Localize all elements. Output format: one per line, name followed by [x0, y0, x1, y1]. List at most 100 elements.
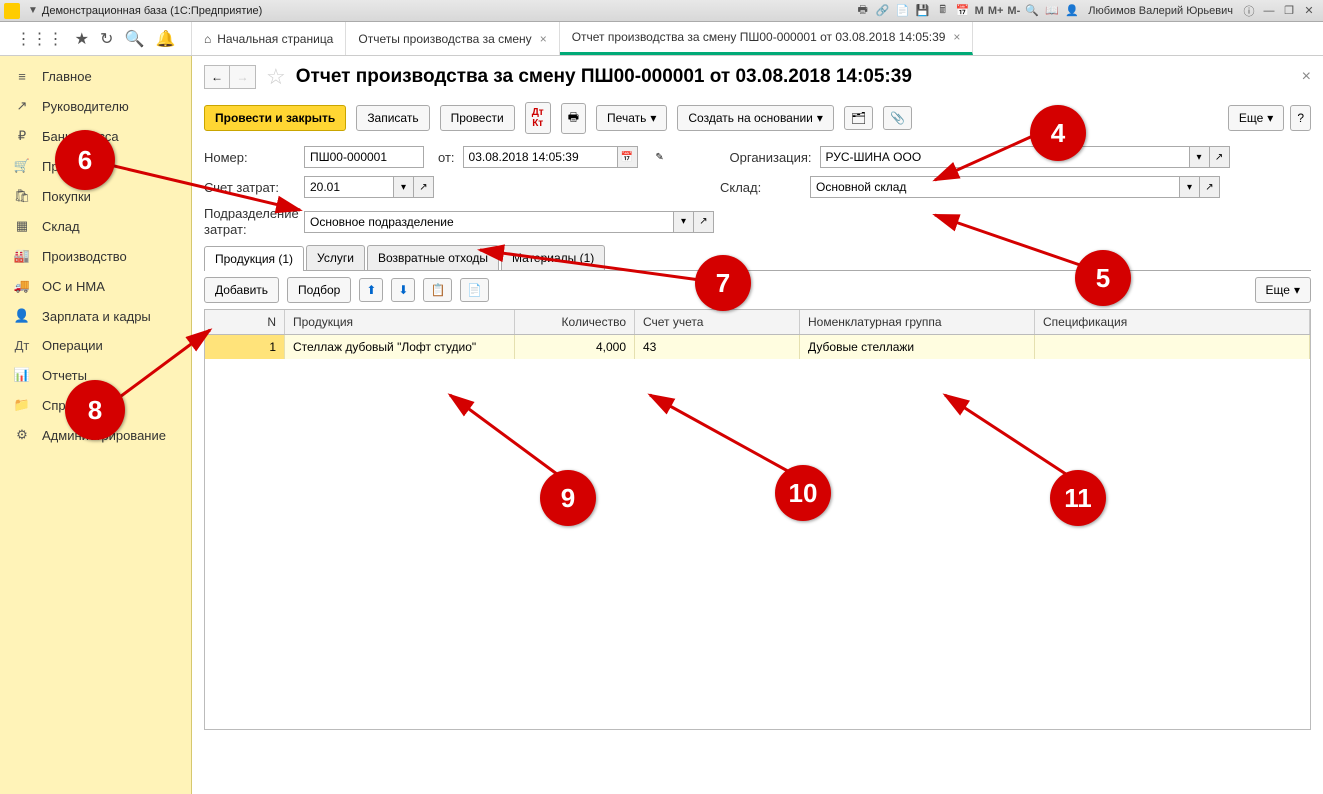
- move-down-button[interactable]: ⬇: [391, 278, 415, 302]
- cell-nomgroup[interactable]: Дубовые стеллажи: [800, 335, 1035, 359]
- cart-icon: 🛒: [12, 158, 32, 174]
- cell-qty[interactable]: 4,000: [515, 335, 635, 359]
- tab-services[interactable]: Услуги: [306, 245, 365, 270]
- tab-close-icon[interactable]: ×: [953, 30, 960, 44]
- sidebar-item-assets[interactable]: 🚚ОС и НМА: [0, 271, 191, 301]
- sidebar-item-hr[interactable]: 👤Зарплата и кадры: [0, 301, 191, 331]
- status-icon[interactable]: ✎: [650, 146, 670, 168]
- create-based-button[interactable]: Создать на основании ▾: [677, 105, 834, 131]
- link-icon[interactable]: 🔗: [874, 3, 892, 19]
- history-icon[interactable]: ↻: [100, 29, 113, 49]
- post-close-button[interactable]: Провести и закрыть: [204, 105, 346, 131]
- number-input[interactable]: [304, 146, 424, 168]
- grid-empty-area[interactable]: [205, 359, 1310, 729]
- book-icon[interactable]: 📖: [1043, 3, 1061, 19]
- tab-home[interactable]: ⌂ Начальная страница: [192, 22, 346, 55]
- m-plus-button[interactable]: M+: [988, 5, 1004, 17]
- col-account[interactable]: Счет учета: [635, 310, 800, 334]
- forward-button[interactable]: →: [230, 65, 256, 89]
- open-icon[interactable]: ↗: [694, 211, 714, 233]
- col-qty[interactable]: Количество: [515, 310, 635, 334]
- calc-icon[interactable]: 🖩: [934, 3, 952, 19]
- close-icon[interactable]: ✕: [1300, 3, 1318, 19]
- tab-products[interactable]: Продукция (1): [204, 246, 304, 271]
- sidebar-item-catalogs[interactable]: 📁Справочники: [0, 390, 191, 420]
- help-button[interactable]: ?: [1290, 105, 1311, 131]
- col-n[interactable]: N: [205, 310, 285, 334]
- minimize-icon[interactable]: —: [1260, 3, 1278, 19]
- dropdown-icon[interactable]: ▾: [1190, 146, 1210, 168]
- calendar-icon[interactable]: 📅: [954, 3, 972, 19]
- dropdown-icon[interactable]: ▼: [28, 5, 38, 16]
- print-icon-button[interactable]: 🖶: [561, 103, 586, 134]
- sidebar-item-warehouse[interactable]: ▦Склад: [0, 211, 191, 241]
- close-document-icon[interactable]: ×: [1302, 68, 1311, 86]
- chevron-down-icon: ▾: [1294, 283, 1300, 297]
- sidebar-item-sales[interactable]: 🛒Продажи: [0, 151, 191, 181]
- tab-reports[interactable]: Отчеты производства за смену ×: [346, 22, 559, 55]
- back-button[interactable]: ←: [204, 65, 230, 89]
- cell-spec[interactable]: [1035, 335, 1310, 359]
- open-icon[interactable]: ↗: [1210, 146, 1230, 168]
- post-button[interactable]: Провести: [440, 105, 515, 131]
- table-more-button[interactable]: Еще ▾: [1255, 277, 1311, 303]
- acct-input[interactable]: [304, 176, 394, 198]
- apps-icon[interactable]: ⋮⋮⋮: [16, 29, 64, 49]
- favorite-icon[interactable]: ☆: [266, 64, 286, 90]
- dropdown-icon[interactable]: ▾: [394, 176, 414, 198]
- date-input[interactable]: [463, 146, 618, 168]
- tab-document[interactable]: Отчет производства за смену ПШ00-000001 …: [560, 22, 974, 55]
- info-icon[interactable]: ⓘ: [1240, 3, 1258, 19]
- calendar-picker-icon[interactable]: 📅: [618, 146, 638, 168]
- star-icon[interactable]: ★: [75, 29, 89, 49]
- doc-icon[interactable]: 📄: [894, 3, 912, 19]
- user-name[interactable]: Любимов Валерий Юрьевич: [1088, 5, 1233, 17]
- structure-button[interactable]: 🗂: [844, 106, 873, 130]
- paste-button[interactable]: 📄: [460, 278, 489, 302]
- sidebar-item-bank[interactable]: ₽Банк и касса: [0, 121, 191, 151]
- move-up-button[interactable]: ⬆: [359, 278, 383, 302]
- open-icon[interactable]: ↗: [414, 176, 434, 198]
- print-icon[interactable]: 🖶: [854, 3, 872, 19]
- sidebar-item-admin[interactable]: ⚙Администрирование: [0, 420, 191, 450]
- write-button[interactable]: Записать: [356, 105, 429, 131]
- cell-product[interactable]: Стеллаж дубовый "Лофт студио": [285, 335, 515, 359]
- more-button[interactable]: Еще ▾: [1228, 105, 1284, 131]
- sidebar-item-main[interactable]: ≡Главное: [0, 62, 191, 91]
- cell-n[interactable]: 1: [205, 335, 285, 359]
- tab-returns[interactable]: Возвратные отходы: [367, 245, 499, 270]
- org-input[interactable]: [820, 146, 1190, 168]
- col-nomgroup[interactable]: Номенклатурная группа: [800, 310, 1035, 334]
- tab-close-icon[interactable]: ×: [540, 32, 547, 46]
- m-button[interactable]: M: [975, 5, 984, 17]
- m-minus-button[interactable]: M-: [1007, 5, 1020, 17]
- pick-button[interactable]: Подбор: [287, 277, 351, 303]
- attach-button[interactable]: 📎: [883, 106, 912, 130]
- user-icon: 👤: [1063, 3, 1081, 19]
- dropdown-icon[interactable]: ▾: [1180, 176, 1200, 198]
- copy-button[interactable]: 📋: [423, 278, 452, 302]
- search-icon[interactable]: 🔍: [125, 29, 145, 49]
- dropdown-icon[interactable]: ▾: [674, 211, 694, 233]
- sidebar-item-manager[interactable]: ↗Руководителю: [0, 91, 191, 121]
- add-button[interactable]: Добавить: [204, 277, 279, 303]
- titlebar: ▼ Демонстрационная база (1С:Предприятие)…: [0, 0, 1323, 22]
- col-product[interactable]: Продукция: [285, 310, 515, 334]
- sidebar-item-production[interactable]: 🏭Производство: [0, 241, 191, 271]
- tab-materials[interactable]: Материалы (1): [501, 245, 605, 270]
- open-icon[interactable]: ↗: [1200, 176, 1220, 198]
- dtkt-button[interactable]: ДтКт: [525, 102, 551, 134]
- zoom-icon[interactable]: 🔍: [1023, 3, 1041, 19]
- sidebar-item-operations[interactable]: ДтОперации: [0, 331, 191, 360]
- bell-icon[interactable]: 🔔: [156, 29, 176, 49]
- wh-input[interactable]: [810, 176, 1180, 198]
- restore-icon[interactable]: ❐: [1280, 3, 1298, 19]
- save-icon[interactable]: 💾: [914, 3, 932, 19]
- cell-account[interactable]: 43: [635, 335, 800, 359]
- sidebar-item-purchases[interactable]: 🛍Покупки: [0, 181, 191, 211]
- col-spec[interactable]: Спецификация: [1035, 310, 1310, 334]
- print-button[interactable]: Печать ▾: [596, 105, 667, 131]
- grid-row[interactable]: 1 Стеллаж дубовый "Лофт студио" 4,000 43…: [205, 335, 1310, 359]
- dept-input[interactable]: [304, 211, 674, 233]
- sidebar-item-reports[interactable]: 📊Отчеты: [0, 360, 191, 390]
